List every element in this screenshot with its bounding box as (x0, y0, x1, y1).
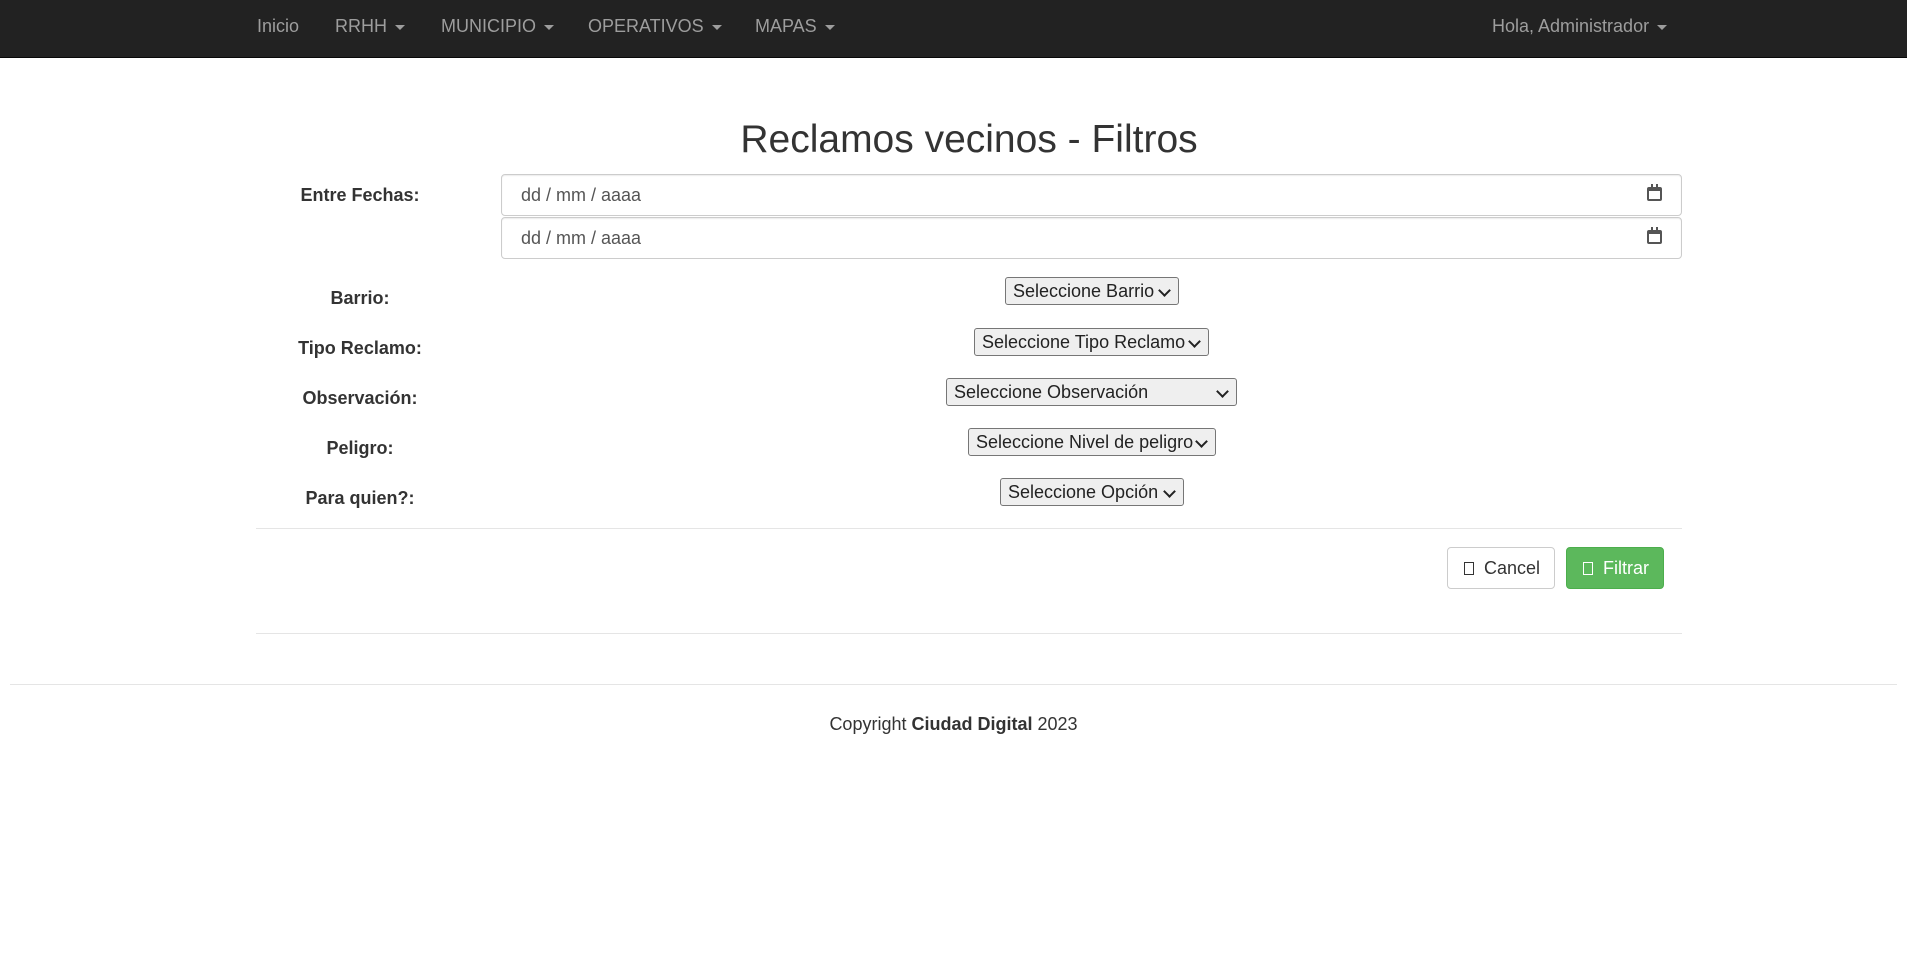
user-menu-label: Hola, Administrador (1492, 16, 1650, 36)
barrio-select[interactable]: Seleccione Barrio (1005, 277, 1179, 305)
date-to-placeholder: dd / mm / aaaa (521, 228, 642, 248)
tipo-reclamo-label: Tipo Reclamo: (298, 338, 422, 358)
page-title: Reclamos vecinos - Filtros (740, 118, 1198, 161)
nav-item-operativos[interactable]: OPERATIVOS (588, 0, 722, 52)
floppy-icon (1464, 562, 1474, 575)
caret-down-icon (395, 24, 405, 30)
top-navbar: Inicio RRHH MUNICIPIO OPERATIVOS MAPAS H… (0, 0, 1907, 58)
peligro-select-value: Seleccione Nivel de peligro (976, 432, 1194, 452)
cancel-button-label: Cancel (1484, 558, 1541, 578)
caret-down-icon (824, 24, 835, 30)
nav-item-label: MAPAS (755, 16, 817, 36)
observacion-label: Observación: (302, 388, 418, 408)
peligro-select[interactable]: Seleccione Nivel de peligro (968, 428, 1216, 456)
date-from-placeholder: dd / mm / aaaa (521, 185, 642, 205)
tipo-reclamo-select-value: Seleccione Tipo Reclamo (982, 332, 1186, 352)
nav-item-municipio[interactable]: MUNICIPIO (441, 0, 555, 52)
chevron-down-icon (1195, 435, 1208, 448)
observacion-select-value: Seleccione Observación (954, 382, 1149, 402)
dates-label: Entre Fechas: (300, 185, 420, 205)
nav-item-label: Inicio (257, 16, 300, 36)
footer-divider (10, 684, 1897, 685)
barrio-select-value: Seleccione Barrio (1013, 281, 1155, 301)
filter-button-label: Filtrar (1603, 558, 1649, 578)
observacion-select[interactable]: Seleccione Observación (946, 378, 1237, 406)
para-quien-select[interactable]: Seleccione Opción (1000, 478, 1184, 506)
footer-copyright: Copyright (829, 714, 907, 734)
peligro-label: Peligro: (326, 438, 394, 458)
floppy-icon (1583, 562, 1593, 575)
barrio-label: Barrio: (330, 288, 390, 308)
nav-item-inicio[interactable]: Inicio (257, 0, 299, 52)
nav-item-rrhh[interactable]: RRHH (335, 0, 405, 52)
chevron-down-icon (1158, 284, 1171, 297)
nav-item-label: RRHH (335, 16, 387, 36)
date-to-input[interactable]: dd / mm / aaaa (501, 217, 1682, 259)
para-quien-select-value: Seleccione Opción (1008, 482, 1159, 502)
filter-button[interactable]: Filtrar (1566, 547, 1664, 589)
chevron-down-icon (1188, 335, 1201, 348)
user-menu[interactable]: Hola, Administrador (1492, 0, 1668, 52)
section-divider (256, 633, 1682, 634)
nav-item-label: MUNICIPIO (441, 16, 537, 36)
para-quien-label: Para quien?: (305, 488, 415, 508)
tipo-reclamo-select[interactable]: Seleccione Tipo Reclamo (974, 328, 1209, 356)
calendar-icon[interactable] (1647, 227, 1662, 244)
date-from-input[interactable]: dd / mm / aaaa (501, 174, 1682, 216)
footer-brand: Ciudad Digital (911, 714, 1033, 734)
form-divider (256, 528, 1682, 529)
footer: Copyright Ciudad Digital 2023 (0, 713, 1907, 735)
caret-down-icon (1657, 24, 1668, 30)
chevron-down-icon (1163, 485, 1176, 498)
caret-down-icon (711, 24, 722, 30)
nav-item-label: OPERATIVOS (588, 16, 704, 36)
cancel-button[interactable]: Cancel (1447, 547, 1555, 589)
calendar-icon[interactable] (1647, 184, 1662, 201)
caret-down-icon (544, 24, 555, 30)
footer-year: 2023 (1037, 714, 1078, 734)
nav-item-mapas[interactable]: MAPAS (755, 0, 835, 52)
chevron-down-icon (1216, 385, 1229, 398)
